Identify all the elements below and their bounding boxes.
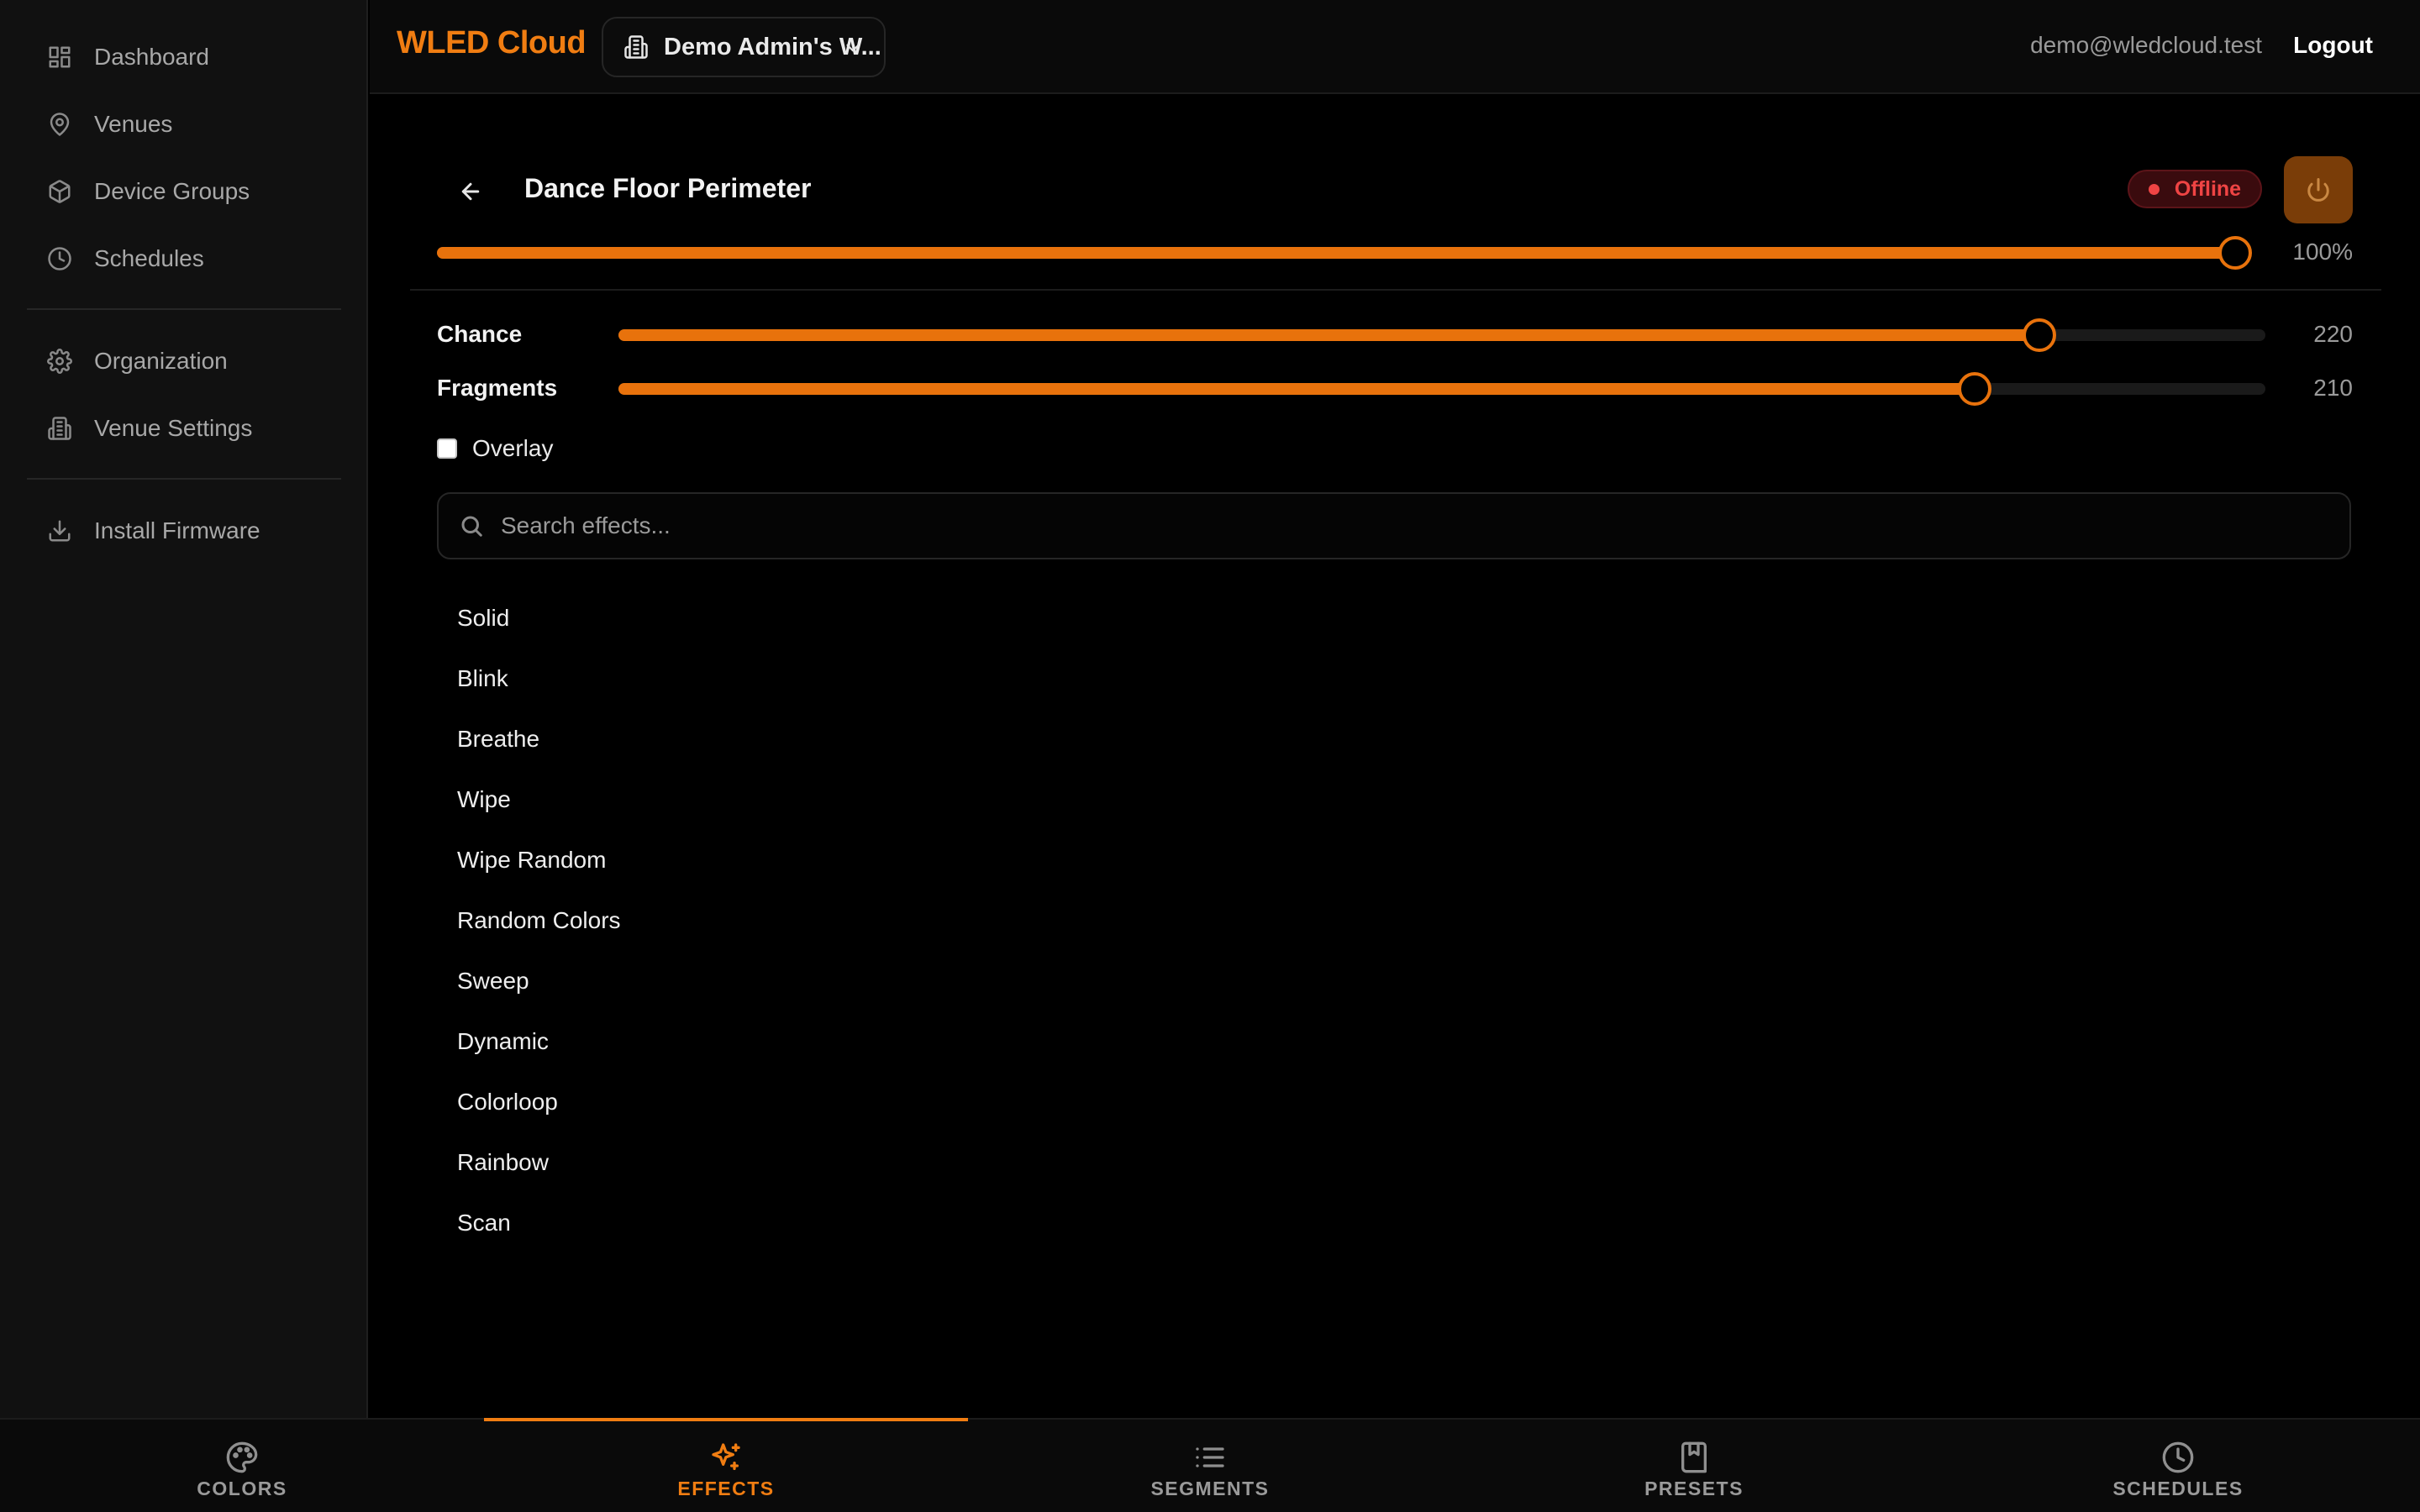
building-icon — [48, 417, 71, 440]
power-icon — [2307, 178, 2329, 202]
dashboard-icon — [49, 46, 71, 68]
sidebar-item-label: Device Groups — [94, 178, 250, 204]
sidebar-item-organization[interactable]: Organization — [47, 343, 228, 380]
list-item[interactable]: Solid — [457, 588, 621, 648]
palette-icon — [226, 1441, 258, 1473]
list-item[interactable]: Sweep — [457, 951, 621, 1011]
chance-slider[interactable] — [618, 318, 2265, 352]
bookmark-icon — [1681, 1441, 1707, 1473]
slider-thumb[interactable] — [1958, 372, 1992, 406]
tab-colors[interactable]: COLORS — [0, 1420, 484, 1512]
building-icon — [624, 35, 648, 59]
back-button[interactable] — [452, 173, 489, 210]
clock-icon — [2162, 1441, 2194, 1473]
effects-list: Solid Blink Breathe Wipe Wipe Random Ran… — [457, 588, 621, 1253]
clock-icon — [48, 247, 71, 270]
slider-fill — [618, 329, 2039, 341]
sidebar-divider — [27, 478, 341, 480]
tab-label: PRESETS — [1644, 1477, 1744, 1499]
slider-thumb[interactable] — [2218, 236, 2252, 270]
sparkles-icon — [712, 1442, 740, 1470]
bottom-tab-bar: COLORS EFFECTS SEGMENTS PRESETS SCHEDULE… — [0, 1418, 2420, 1512]
chance-label: Chance — [437, 321, 523, 347]
list-item[interactable]: Colorloop — [457, 1072, 621, 1132]
status-badge: Offline — [2128, 170, 2262, 208]
search-input[interactable] — [501, 512, 2333, 539]
map-pin-icon — [50, 113, 70, 136]
sidebar-item-venue-settings[interactable]: Venue Settings — [47, 410, 252, 447]
brand-logo[interactable]: WLED Cloud — [397, 25, 587, 61]
search-icon — [461, 516, 482, 537]
sidebar-item-venues[interactable]: Venues — [47, 106, 172, 143]
list-item[interactable]: Random Colors — [457, 890, 621, 951]
list-item[interactable]: Rainbow — [457, 1132, 621, 1193]
sidebar-item-label: Venue Settings — [94, 415, 253, 441]
top-header: WLED Cloud Demo Admin's W... demo@wledcl… — [370, 0, 2420, 94]
brightness-slider[interactable] — [437, 235, 2252, 270]
sidebar-item-label: Venues — [94, 111, 173, 137]
section-divider — [410, 289, 2381, 291]
fragments-value: 210 — [2313, 375, 2353, 401]
search-box — [437, 492, 2351, 559]
tab-presets[interactable]: PRESETS — [1452, 1420, 1936, 1512]
box-icon — [49, 180, 71, 203]
tab-label: SEGMENTS — [1150, 1477, 1270, 1499]
sidebar-item-label: Dashboard — [94, 44, 209, 70]
chance-value: 220 — [2313, 321, 2353, 347]
fragments-label: Fragments — [437, 375, 558, 401]
sidebar-item-label: Organization — [94, 348, 228, 374]
list-item[interactable]: Dynamic — [457, 1011, 621, 1072]
list-icon — [1196, 1446, 1224, 1467]
list-item[interactable]: Wipe Random — [457, 830, 621, 890]
tab-schedules[interactable]: SCHEDULES — [1936, 1420, 2420, 1512]
device-title: Dance Floor Perimeter — [524, 173, 812, 203]
sidebar-item-device-groups[interactable]: Device Groups — [47, 173, 250, 210]
status-label: Offline — [2174, 176, 2242, 201]
brightness-value: 100% — [2292, 239, 2353, 265]
list-item[interactable]: Wipe — [457, 769, 621, 830]
slider-fill — [618, 383, 1975, 395]
slider-fill — [437, 247, 2235, 259]
chevron-down-icon — [846, 44, 860, 52]
tab-label: COLORS — [197, 1477, 287, 1499]
tab-label: EFFECTS — [677, 1477, 775, 1499]
overlay-label: Overlay — [472, 435, 554, 461]
list-item[interactable]: Blink — [457, 648, 621, 709]
power-button[interactable] — [2284, 156, 2353, 223]
sidebar-divider — [27, 308, 341, 310]
arrow-left-icon — [461, 182, 480, 201]
tab-label: SCHEDULES — [2112, 1477, 2244, 1499]
user-email: demo@wledcloud.test — [2030, 32, 2262, 58]
fragments-slider[interactable] — [618, 371, 2265, 406]
logout-button[interactable]: Logout — [2293, 32, 2373, 59]
workspace-select[interactable]: Demo Admin's W... — [602, 17, 886, 77]
overlay-checkbox[interactable] — [437, 438, 457, 459]
sidebar-item-dashboard[interactable]: Dashboard — [47, 39, 209, 76]
sidebar-item-install-firmware[interactable]: Install Firmware — [47, 512, 260, 549]
status-dot — [2148, 183, 2160, 195]
tab-effects[interactable]: EFFECTS — [484, 1420, 968, 1512]
sidebar: Dashboard Venues Device Groups Schedules… — [0, 0, 368, 1418]
list-item[interactable]: Breathe — [457, 709, 621, 769]
gear-icon — [47, 349, 72, 374]
sidebar-item-label: Install Firmware — [94, 517, 260, 543]
sidebar-item-label: Schedules — [94, 245, 204, 271]
main-content: Dance Floor Perimeter Offline 100% Chanc… — [370, 96, 2420, 1418]
tab-segments[interactable]: SEGMENTS — [968, 1420, 1452, 1512]
slider-thumb[interactable] — [2022, 318, 2056, 352]
download-icon — [49, 520, 71, 542]
overlay-toggle[interactable]: Overlay — [437, 435, 553, 462]
list-item[interactable]: Scan — [457, 1193, 621, 1253]
sidebar-item-schedules[interactable]: Schedules — [47, 240, 204, 277]
